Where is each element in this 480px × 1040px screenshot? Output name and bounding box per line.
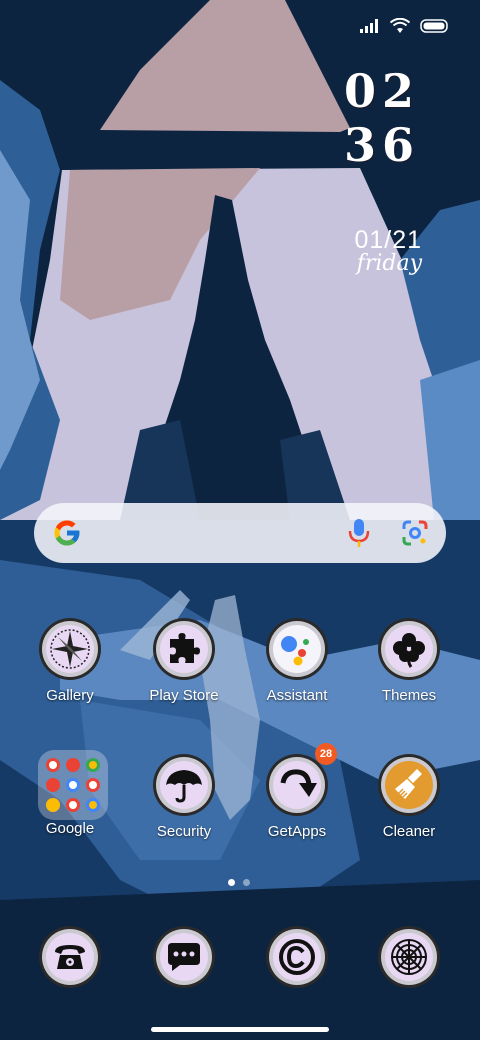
clock-hour: 02 [344,64,421,118]
message-bubble-icon [153,926,215,988]
app-getapps[interactable]: 28 GetApps [247,743,347,840]
google-search-bar[interactable] [34,503,446,563]
app-label: Assistant [266,687,328,704]
folder-icon [38,750,108,820]
app-label: Cleaner [382,823,436,840]
signal-icon [360,19,378,33]
app-assistant[interactable]: Assistant [247,617,347,704]
app-label: Security [156,823,212,840]
page-dot [243,879,250,886]
google-lens-icon[interactable] [402,520,428,546]
clover-icon [378,618,440,680]
app-gallery[interactable]: Gallery [20,617,120,704]
dock-messages[interactable] [134,925,234,989]
telephone-icon [39,926,101,988]
clock-minute: 36 [344,118,421,172]
app-label: Gallery [46,687,94,704]
dock-phone[interactable] [20,925,120,989]
app-play-store[interactable]: Play Store [134,617,234,704]
compass-rose-icon [39,618,101,680]
broom-icon [378,754,440,816]
date-widget[interactable]: 01/21 friday [354,226,422,276]
wifi-icon [390,18,410,33]
date-weekday: friday [356,251,422,276]
google-g-icon [54,520,80,546]
umbrella-icon [153,754,215,816]
web-icon [378,926,440,988]
page-indicator[interactable] [228,879,250,886]
home-gesture-bar[interactable] [151,1027,329,1032]
app-label: Play Store [149,687,219,704]
page-dot-active [228,879,235,886]
notification-badge: 28 [315,743,337,765]
dock-browser[interactable] [247,925,347,989]
google-assistant-icon [266,618,328,680]
status-bar [360,18,450,34]
folder-google[interactable]: Google [20,750,120,837]
dock-camera[interactable] [359,925,459,989]
app-label: Google [45,820,95,837]
battery-icon [420,19,448,33]
clock-widget[interactable]: 02 36 [344,64,414,172]
app-security[interactable]: Security [134,753,234,840]
copyright-icon [266,926,328,988]
app-themes[interactable]: Themes [359,617,459,704]
app-label: Themes [381,687,437,704]
app-label: GetApps [267,823,327,840]
app-cleaner[interactable]: Cleaner [359,753,459,840]
puzzle-piece-icon [153,618,215,680]
voice-search-icon[interactable] [346,518,372,548]
